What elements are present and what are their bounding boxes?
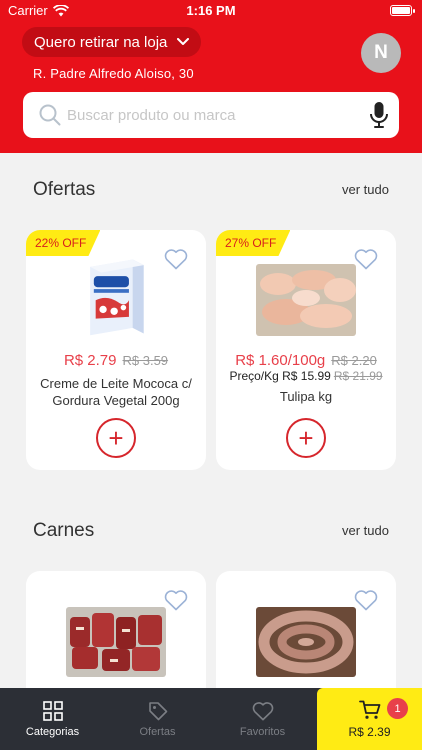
heart-icon — [252, 701, 273, 720]
price-per-kg: Preço/Kg R$ 15.99 R$ 21.99 — [216, 369, 396, 383]
clock: 1:16 PM — [186, 3, 236, 18]
search-icon — [39, 104, 61, 126]
product-price: R$ 2.79 — [63, 352, 117, 369]
section-title-meats: Carnes — [33, 520, 95, 541]
pickup-mode-label: Quero retirar na loja — [34, 33, 168, 51]
product-name: Creme de Leite Mococa c/ Gordura Vegetal… — [40, 376, 192, 408]
price-row: R$ 1.60/100g R$ 2.20 — [216, 352, 396, 369]
discount-badge: 22% OFF — [26, 230, 101, 256]
plus-icon: + — [298, 423, 314, 453]
store-address: R. Padre Alfredo Aloiso, 30 — [33, 66, 194, 81]
cart-total: R$ 2.39 — [348, 724, 391, 739]
heart-icon[interactable] — [164, 589, 188, 611]
nav-item-categories[interactable]: Categorias — [0, 688, 105, 750]
heart-icon[interactable] — [354, 589, 378, 611]
cart-icon — [358, 700, 380, 719]
plus-icon: + — [108, 423, 124, 453]
search-bar[interactable] — [23, 92, 399, 138]
see-all-offers-link[interactable]: ver tudo — [342, 182, 389, 197]
product-image — [66, 607, 166, 677]
nav-item-label: Categorias — [25, 725, 80, 738]
product-card[interactable]: 27% OFF R$ 1.60/100g R$ 2.20 Preço/Kg R$ … — [216, 230, 396, 470]
product-price: R$ 1.60/100g — [235, 352, 326, 369]
section-title-offers: Ofertas — [33, 179, 96, 200]
heart-icon[interactable] — [354, 248, 378, 270]
app-header: Carrier 1:16 PM Quero retirar na loja R.… — [0, 0, 422, 153]
product-old-price: R$ 2.20 — [331, 353, 377, 368]
nav-item-offers[interactable]: Ofertas — [105, 688, 210, 750]
price-per-kg-old: R$ 21.99 — [333, 369, 383, 383]
discount-badge: 27% OFF — [216, 230, 291, 256]
heart-icon[interactable] — [164, 248, 188, 270]
pickup-mode-select[interactable]: Quero retirar na loja — [22, 27, 202, 57]
microphone-icon[interactable] — [369, 101, 389, 129]
search-input[interactable] — [67, 106, 369, 124]
bottom-nav: Categorias Ofertas Favoritos R$ 2.39 1 — [0, 688, 422, 750]
cart-count-badge: 1 — [387, 698, 408, 719]
chevron-down-icon — [177, 38, 190, 45]
nav-item-favorites[interactable]: Favoritos — [210, 688, 315, 750]
product-image — [256, 264, 356, 336]
price-row: R$ 2.79 R$ 3.59 — [26, 352, 206, 369]
price-per-kg-label: Preço/Kg R$ 15.99 — [229, 369, 331, 383]
tag-icon — [148, 701, 167, 720]
battery-icon — [390, 5, 415, 16]
nav-item-label: Ofertas — [139, 725, 176, 738]
see-all-meats-link[interactable]: ver tudo — [342, 523, 389, 538]
product-name: Tulipa kg — [279, 389, 333, 404]
add-to-cart-button[interactable]: + — [96, 418, 136, 458]
product-image — [256, 607, 356, 677]
cart-button[interactable]: R$ 2.39 1 — [317, 688, 422, 750]
avatar[interactable]: N — [361, 33, 401, 73]
status-bar: Carrier 1:16 PM — [0, 0, 422, 22]
add-to-cart-button[interactable]: + — [286, 418, 326, 458]
product-image — [90, 259, 144, 336]
product-old-price: R$ 3.59 — [122, 353, 169, 368]
product-card[interactable]: 22% OFF R$ 2.79 R$ 3.59 Creme de Leite Mo… — [26, 230, 206, 470]
nav-item-label: Favoritos — [239, 725, 286, 738]
grid-icon — [42, 700, 63, 721]
